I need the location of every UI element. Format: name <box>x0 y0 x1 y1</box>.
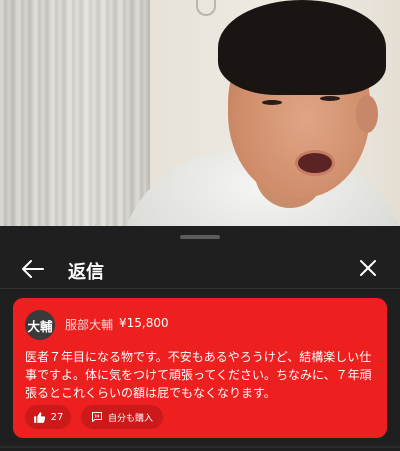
super-thanks-amount: ¥15,800 <box>119 316 169 330</box>
back-button[interactable] <box>20 256 46 282</box>
comment-author[interactable]: 服部大輔 <box>65 316 113 333</box>
thumbs-up-icon <box>33 411 45 423</box>
video-player[interactable] <box>0 0 400 226</box>
replies-sheet: 返信 大輔 服部大輔 ¥15,800 医者７年目になる物です。不安もあるやろうけ… <box>0 226 400 451</box>
person-hair <box>218 0 386 95</box>
buy-button-label: 自分も購入 <box>107 413 153 424</box>
curtain-background <box>0 0 150 226</box>
page-title: 返信 <box>68 262 104 283</box>
drag-handle[interactable] <box>180 235 220 239</box>
header-divider <box>0 288 400 289</box>
like-button[interactable]: 27 <box>25 405 71 429</box>
buy-super-thanks-button[interactable]: 自分も購入 <box>81 405 163 429</box>
person-mouth <box>295 150 335 176</box>
super-thanks-icon <box>91 412 102 422</box>
avatar[interactable]: 大輔 <box>25 310 55 340</box>
bottom-divider <box>0 446 400 448</box>
close-icon <box>360 260 376 276</box>
person-eye-right <box>320 96 340 101</box>
comment-text: 医者７年目になる物です。不安もあるやろうけど、結構楽しい仕事ですよ。体に気をつけ… <box>25 350 372 400</box>
arrow-left-icon <box>22 260 44 278</box>
person-ear <box>356 95 378 133</box>
super-thanks-comment: 大輔 服部大輔 ¥15,800 医者７年目になる物です。不安もあるやろうけど、結… <box>13 298 387 438</box>
close-button[interactable] <box>356 256 380 280</box>
person-eye-left <box>262 100 282 105</box>
like-count: 27 <box>50 411 64 423</box>
